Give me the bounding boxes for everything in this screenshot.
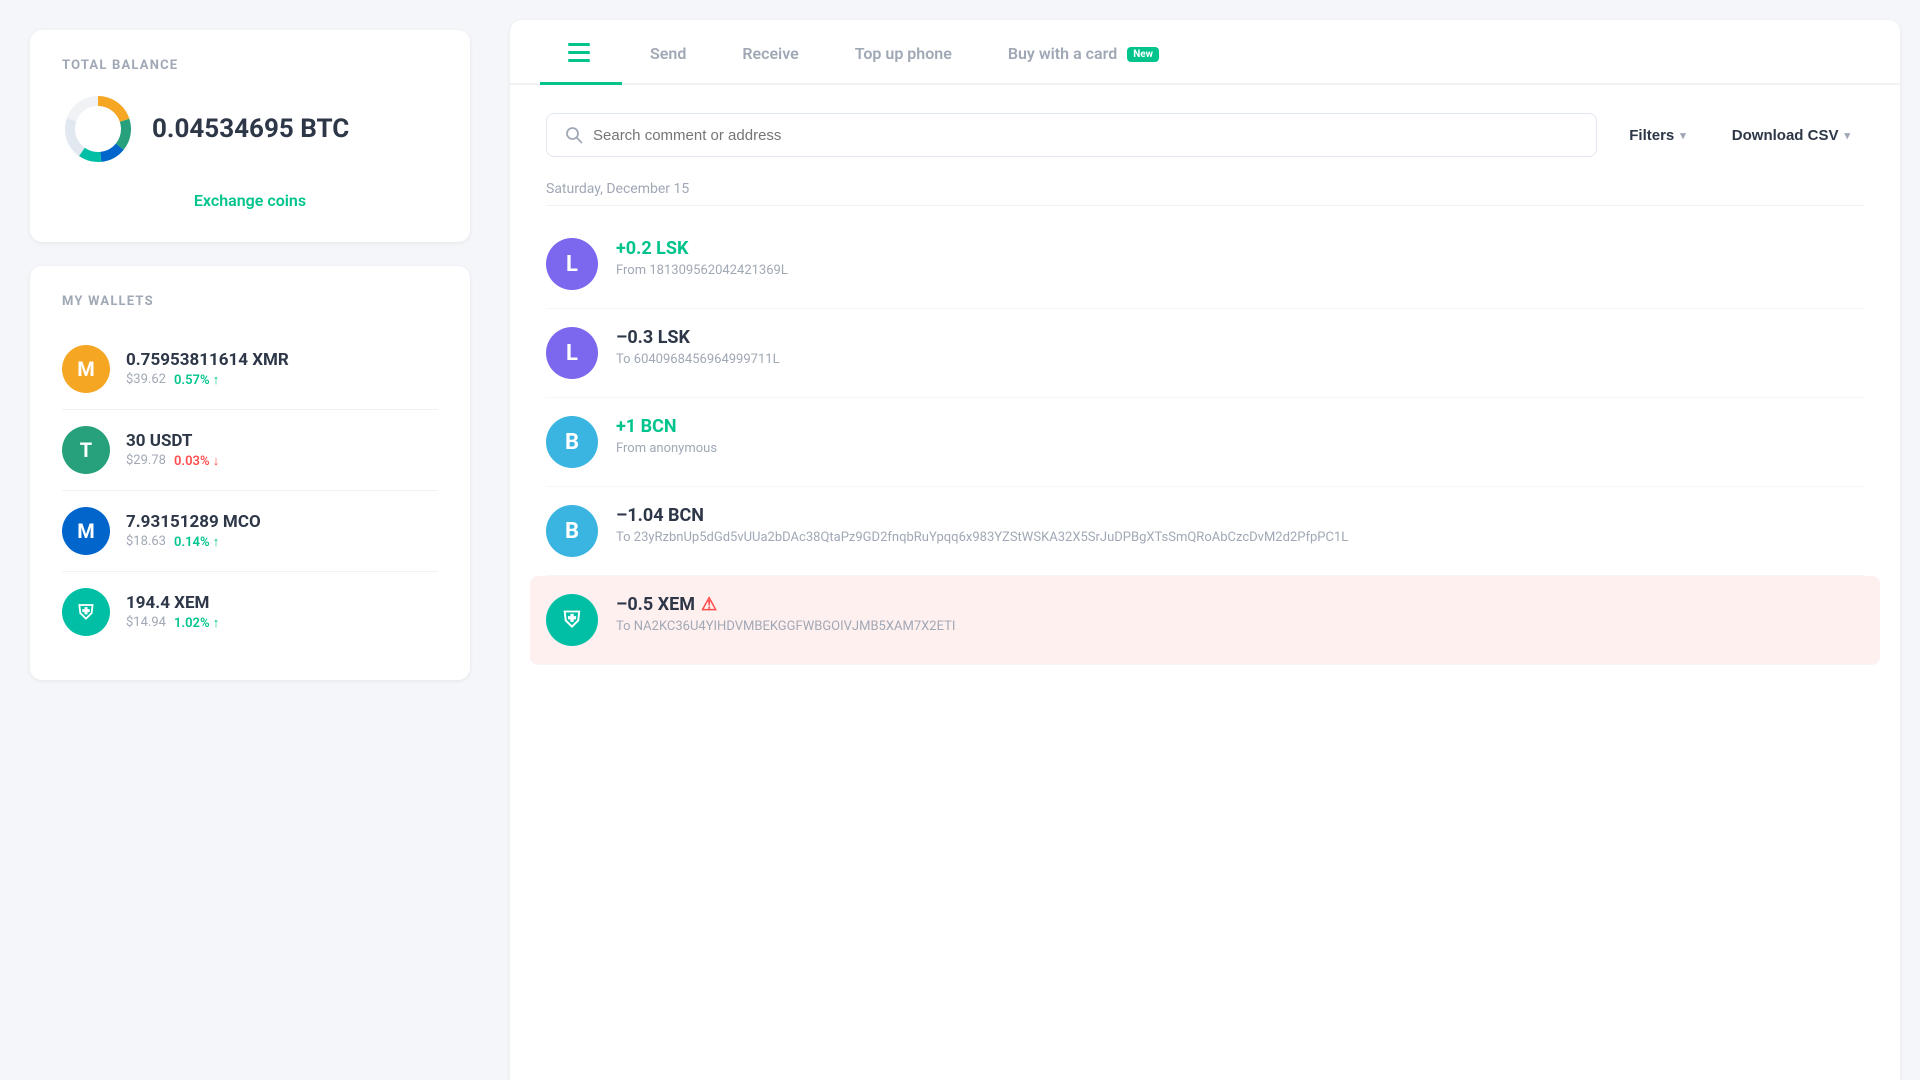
tx-info: –1.04 BCN To 23yRzbnUp5dGd5vUUa2bDAc38Qt… — [616, 505, 1864, 545]
tx-info: –0.5 XEM⚠ To NA2KC36U4YIHDVMBEKGGFWBGOIV… — [616, 594, 1864, 634]
chevron-down-icon: ▾ — [1844, 129, 1850, 142]
transaction-item[interactable]: ⛨ –0.5 XEM⚠ To NA2KC36U4YIHDVMBEKGGFWBGO… — [530, 576, 1880, 665]
tx-from: From 181309562042421369L — [616, 263, 1864, 278]
exchange-coins-button[interactable]: Exchange coins — [62, 187, 438, 214]
transactions-list: L +0.2 LSK From 181309562042421369L L –0… — [546, 220, 1864, 665]
wallet-pct: 0.03% ↓ — [174, 453, 219, 469]
wallet-item[interactable]: T 30 USDT $29.78 0.03% ↓ — [62, 410, 438, 491]
search-input-wrap — [546, 113, 1597, 157]
wallet-usd: $39.62 — [126, 372, 166, 388]
tx-avatar: B — [546, 505, 598, 557]
wallets-list: M 0.75953811614 XMR $39.62 0.57% ↑ T 30 … — [62, 329, 438, 652]
wallet-icon: M — [62, 345, 110, 393]
wallet-icon: M — [62, 507, 110, 555]
wallet-icon: ⛨ — [62, 588, 110, 636]
wallet-item[interactable]: M 0.75953811614 XMR $39.62 0.57% ↑ — [62, 329, 438, 410]
wallet-info: 7.93151289 MCO $18.63 0.14% ↑ — [126, 512, 438, 550]
balance-row: 0.04534695 BTC — [62, 93, 438, 165]
list-icon — [568, 42, 594, 64]
search-row: Filters ▾ Download CSV ▾ — [546, 113, 1864, 157]
tx-avatar: L — [546, 238, 598, 290]
wallet-pct: 1.02% ↑ — [174, 615, 219, 631]
wallet-amount: 7.93151289 MCO — [126, 512, 438, 532]
wallet-pct: 0.14% ↑ — [174, 534, 219, 550]
wallet-usd: $14.94 — [126, 615, 166, 631]
chevron-down-icon: ▾ — [1680, 129, 1686, 142]
tx-amount: +0.2 LSK — [616, 238, 1864, 259]
date-divider: Saturday, December 15 — [546, 181, 1864, 206]
tab-topup[interactable]: Top up phone — [827, 22, 980, 84]
wallet-icon: T — [62, 426, 110, 474]
left-panel: TOTAL BALANCE 0.04534695 BTC Exchange co… — [0, 0, 500, 1080]
total-balance-card: TOTAL BALANCE 0.04534695 BTC Exchange co… — [30, 30, 470, 242]
balance-donut-chart — [62, 93, 134, 165]
balance-amount: 0.04534695 BTC — [152, 114, 349, 144]
tx-amount: –1.04 BCN — [616, 505, 1864, 526]
tx-avatar: L — [546, 327, 598, 379]
wallet-item[interactable]: ⛨ 194.4 XEM $14.94 1.02% ↑ — [62, 572, 438, 652]
tx-amount: –0.3 LSK — [616, 327, 1864, 348]
content-area: Filters ▾ Download CSV ▾ Saturday, Decem… — [510, 85, 1900, 1080]
transaction-item[interactable]: L +0.2 LSK From 181309562042421369L — [546, 220, 1864, 309]
tx-info: +1 BCN From anonymous — [616, 416, 1864, 456]
wallet-sub: $39.62 0.57% ↑ — [126, 372, 438, 388]
warning-icon: ⚠ — [701, 594, 717, 615]
wallet-item[interactable]: M 7.93151289 MCO $18.63 0.14% ↑ — [62, 491, 438, 572]
transaction-item[interactable]: B –1.04 BCN To 23yRzbnUp5dGd5vUUa2bDAc38… — [546, 487, 1864, 576]
tab-receive[interactable]: Receive — [714, 22, 826, 84]
search-input[interactable] — [593, 127, 1578, 144]
tab-buywithcard[interactable]: Buy with a card New — [980, 22, 1187, 84]
tx-from: To NA2KC36U4YIHDVMBEKGGFWBGOIVJMB5XAM7X2… — [616, 619, 1864, 634]
tx-avatar: ⛨ — [546, 594, 598, 646]
wallet-amount: 30 USDT — [126, 431, 438, 451]
wallet-sub: $14.94 1.02% ↑ — [126, 615, 438, 631]
tx-info: –0.3 LSK To 6040968456964999711L — [616, 327, 1864, 367]
my-wallets-title: MY WALLETS — [62, 294, 438, 309]
tx-amount: –0.5 XEM⚠ — [616, 594, 1864, 615]
wallet-sub: $29.78 0.03% ↓ — [126, 453, 438, 469]
right-panel: Send Receive Top up phone Buy with a car… — [510, 20, 1900, 1080]
total-balance-title: TOTAL BALANCE — [62, 58, 438, 73]
tx-from: From anonymous — [616, 441, 1864, 456]
tx-amount: +1 BCN — [616, 416, 1864, 437]
tx-info: +0.2 LSK From 181309562042421369L — [616, 238, 1864, 278]
new-badge: New — [1127, 47, 1159, 62]
tab-history[interactable] — [540, 20, 622, 85]
wallet-sub: $18.63 0.14% ↑ — [126, 534, 438, 550]
filters-button[interactable]: Filters ▾ — [1615, 117, 1700, 154]
download-csv-button[interactable]: Download CSV ▾ — [1718, 117, 1864, 154]
tab-send[interactable]: Send — [622, 22, 714, 84]
wallet-info: 194.4 XEM $14.94 1.02% ↑ — [126, 593, 438, 631]
wallet-amount: 194.4 XEM — [126, 593, 438, 613]
my-wallets-card: MY WALLETS M 0.75953811614 XMR $39.62 0.… — [30, 266, 470, 680]
wallet-amount: 0.75953811614 XMR — [126, 350, 438, 370]
wallet-info: 30 USDT $29.78 0.03% ↓ — [126, 431, 438, 469]
wallet-usd: $29.78 — [126, 453, 166, 469]
search-icon — [565, 126, 583, 144]
transaction-item[interactable]: B +1 BCN From anonymous — [546, 398, 1864, 487]
tx-from: To 23yRzbnUp5dGd5vUUa2bDAc38QtaPz9GD2fnq… — [616, 530, 1864, 545]
wallet-info: 0.75953811614 XMR $39.62 0.57% ↑ — [126, 350, 438, 388]
tx-avatar: B — [546, 416, 598, 468]
tabs-bar: Send Receive Top up phone Buy with a car… — [510, 20, 1900, 85]
wallet-usd: $18.63 — [126, 534, 166, 550]
transaction-item[interactable]: L –0.3 LSK To 6040968456964999711L — [546, 309, 1864, 398]
tx-from: To 6040968456964999711L — [616, 352, 1864, 367]
wallet-pct: 0.57% ↑ — [174, 372, 219, 388]
